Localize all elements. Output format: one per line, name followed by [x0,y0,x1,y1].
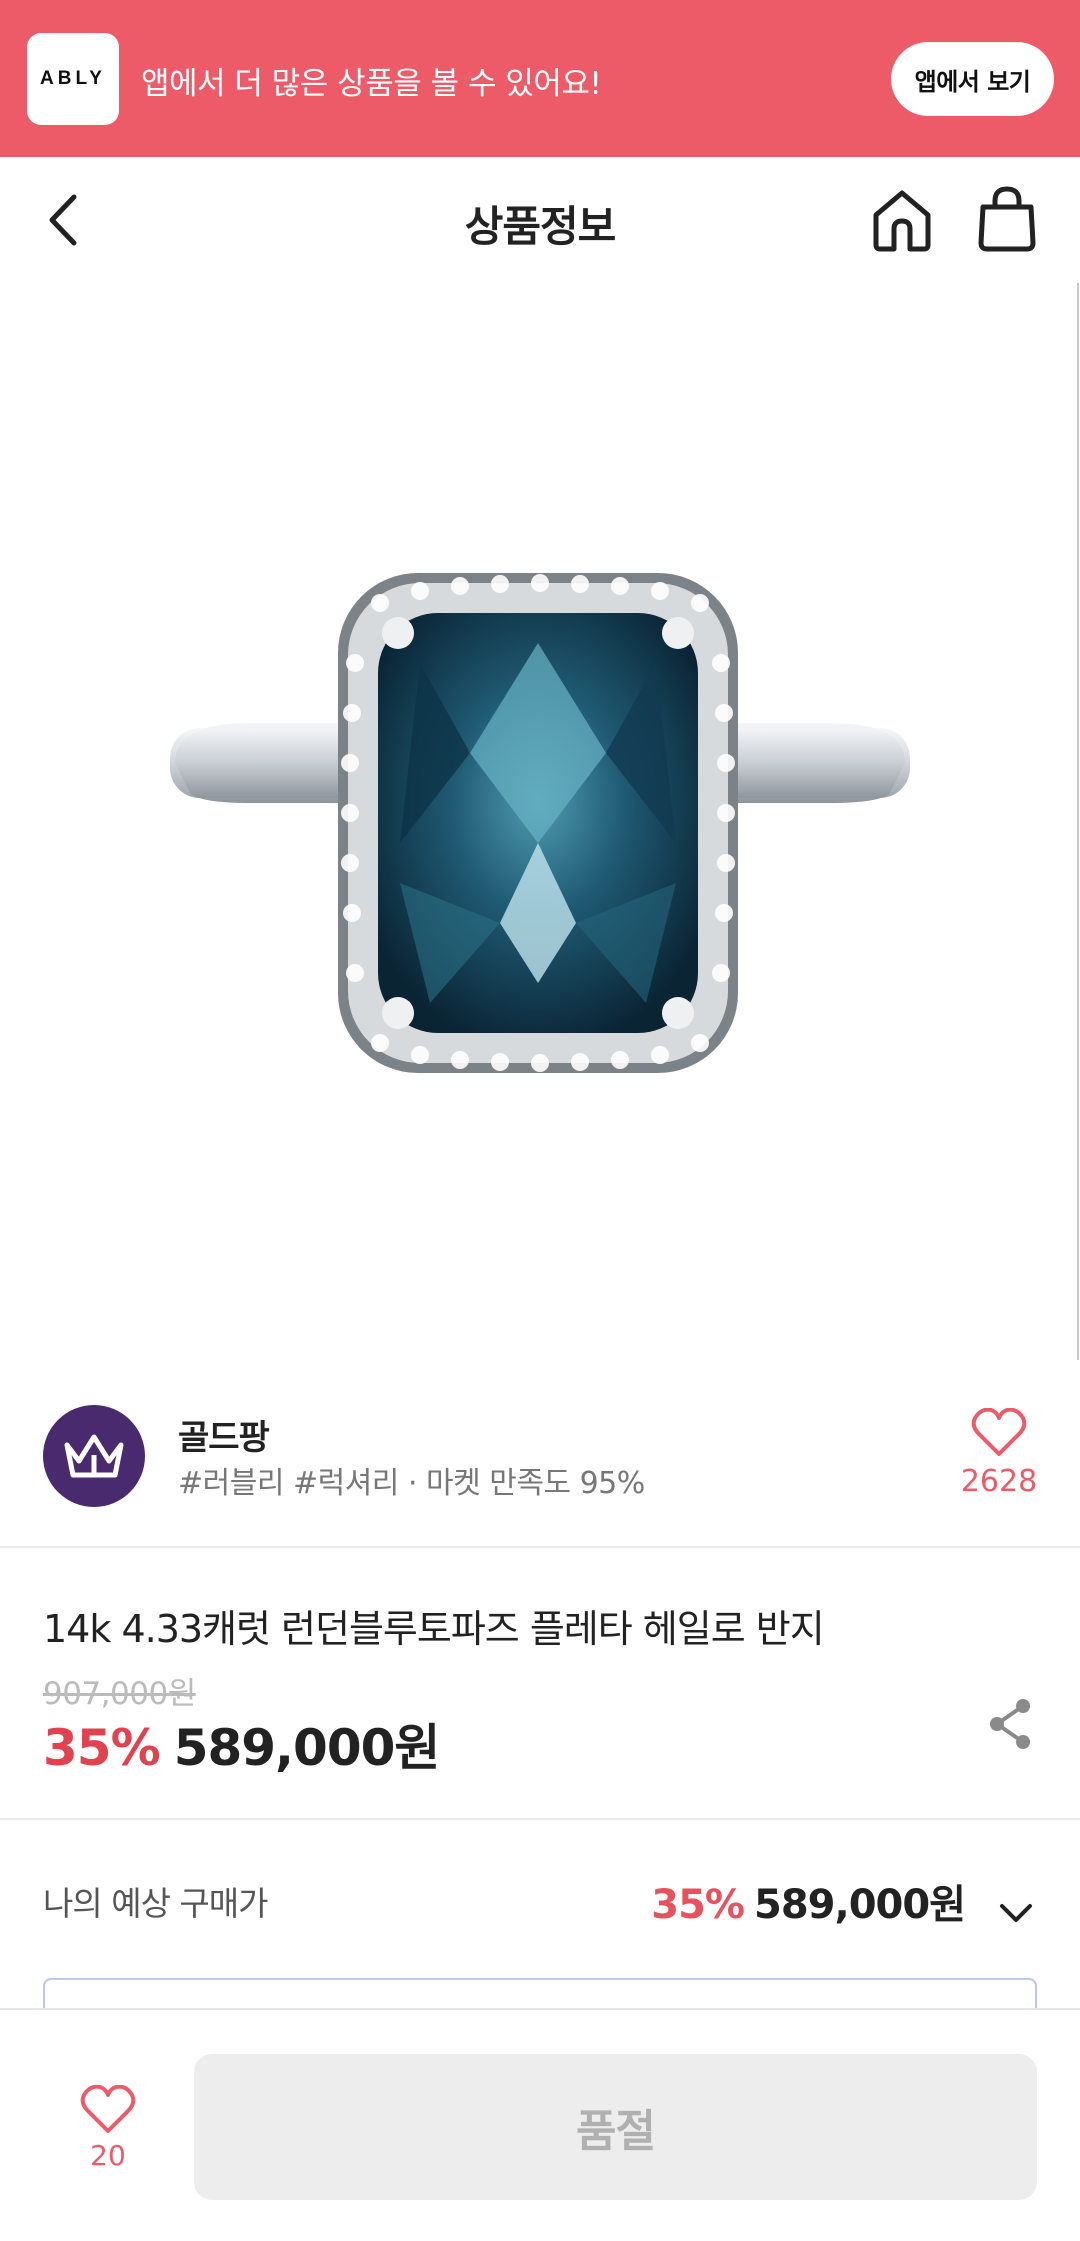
soldout-button[interactable]: 품절 [194,2054,1037,2200]
wishlist-button[interactable]: 20 [66,2085,150,2185]
seller-like-count: 2628 [960,1464,1038,1499]
heart-icon [80,2085,136,2133]
original-price: 907,000원 [43,1676,196,1712]
chevron-down-icon [1000,1904,1032,1922]
heart-icon [971,1408,1027,1456]
expected-price-row[interactable]: 나의 예상 구매가 35% 589,000원 [0,1822,1080,1972]
expand-button[interactable] [996,1898,1036,1928]
product-image[interactable] [0,283,1080,1360]
seller-avatar[interactable] [43,1405,145,1507]
expected-price: 589,000원 [754,1882,966,1928]
open-in-app-button[interactable]: 앱에서 보기 [891,42,1054,116]
seller-name[interactable]: 골드팡 [178,1410,270,1459]
price-row: 35% 589,000원 [43,1708,441,1780]
seller-row[interactable]: 골드팡 #러블리 #럭셔리 · 마켓 만족도 95% 2628 [0,1360,1080,1548]
ably-logo: ABLY [27,33,119,125]
cart-button[interactable] [975,185,1039,253]
share-button[interactable] [985,1696,1035,1752]
seller-tags: #러블리 #럭셔리 · 마켓 만족도 95% [178,1466,645,1501]
share-icon [990,1699,1030,1749]
seller-like-button[interactable]: 2628 [950,1408,1048,1508]
app-install-banner: ABLY 앱에서 더 많은 상품을 볼 수 있어요! 앱에서 보기 [0,0,1080,157]
bottom-action-bar: 20 품절 [0,2008,1080,2241]
wishlist-count: 20 [90,2139,126,2172]
page-header: 상품정보 [0,157,1080,283]
banner-message: 앱에서 더 많은 상품을 볼 수 있어요! [141,66,602,102]
crown-icon [64,1434,124,1478]
image-scroll-indicator [1077,283,1079,1360]
expected-discount: 35% [651,1882,745,1928]
shopping-bag-icon [978,186,1036,252]
home-button[interactable] [870,187,934,253]
ring-image [170,573,910,1073]
discount-rate: 35% [43,1719,161,1777]
expected-price-label: 나의 예상 구매가 [43,1884,268,1923]
home-icon [873,190,931,252]
expected-price-value: 35% 589,000원 [651,1872,966,1930]
sale-price: 589,000원 [173,1719,441,1777]
product-name: 14k 4.33캐럿 런던블루토파즈 플레타 헤일로 반지 [43,1607,825,1651]
product-info: 14k 4.33캐럿 런던블루토파즈 플레타 헤일로 반지 907,000원 3… [0,1548,1080,1820]
